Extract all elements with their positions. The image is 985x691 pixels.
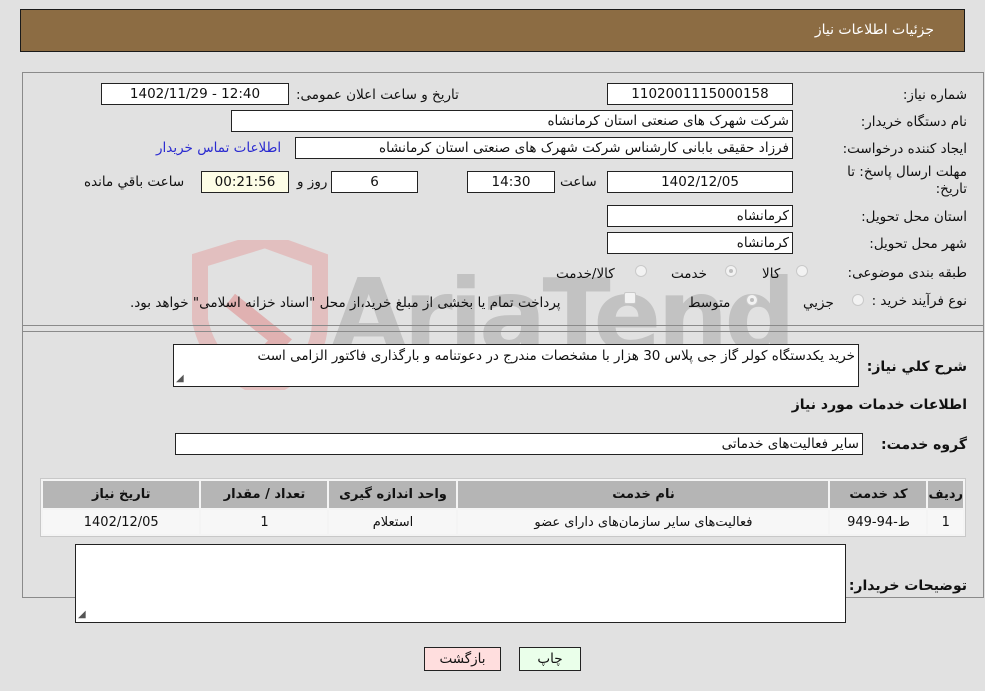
process-option-minor: جزيي [803,295,834,311]
services-table: رديف کد خدمت نام خدمت واحد اندازه گیری ت… [40,478,966,537]
column-header-service-code: کد خدمت [830,481,927,508]
creator-label: ایجاد کننده درخواست: [842,141,967,157]
deadline-date-field: 1402/12/05 [607,171,793,193]
buyer-notes-textarea[interactable]: ◢ [75,544,846,623]
category-option-goods-service: کالا/خدمت [556,266,615,282]
buyer-org-label: نام دستگاه خریدار: [860,114,967,130]
province-field: کرمانشاه [607,205,793,227]
print-button[interactable]: چاپ [519,647,581,671]
treasury-checkbox-label: پرداخت تمام یا بخشی از مبلغ خرید،از محل … [130,295,561,311]
province-label: استان محل تحویل: [861,209,967,225]
cell-need-date: 1402/12/05 [43,510,200,534]
process-label: نوع فرآیند خرید : [871,293,967,309]
page-header: جزئیات اطلاعات نیاز [20,9,965,52]
cell-quantity: 1 [201,510,328,534]
treasury-checkbox[interactable] [624,292,636,304]
buyer-notes-label: توضیحات خریدار: [848,578,967,594]
days-remaining-field: 6 [331,171,418,193]
days-label: روز و [297,174,328,190]
column-header-row-number: رديف [928,481,963,508]
description-text: خرید یکدستگاه کولر گاز جی پلاس 30 هزار ب… [257,348,855,364]
resize-grip-icon[interactable]: ◢ [78,610,86,620]
buyer-org-field: شرکت شهرک های صنعتی استان کرمانشاه [231,110,793,132]
table-row: 1 ط-94-949 فعالیت‌های سایر سازمان‌های دا… [43,510,963,534]
remaining-time-field: 00:21:56 [201,171,289,193]
cell-unit: استعلام [329,510,457,534]
buyer-contact-link[interactable]: اطلاعات تماس خریدار [156,140,281,156]
description-textarea[interactable]: خرید یکدستگاه کولر گاز جی پلاس 30 هزار ب… [173,344,859,387]
service-group-label: گروه خدمت: [881,437,967,453]
process-radio-minor[interactable] [852,294,864,306]
announce-datetime-label: تاریخ و ساعت اعلان عمومی: [296,87,459,103]
deadline-time-field: 14:30 [467,171,555,193]
deadline-label: مهلت ارسال پاسخ: تا تاریخ: [847,164,967,197]
creator-field: فرزاد حقیقی بابانی کارشناس شرکت شهرک های… [295,137,793,159]
remaining-time-label: ساعت باقي مانده [84,174,185,190]
resize-grip-icon[interactable]: ◢ [176,374,184,384]
category-option-service: خدمت [671,266,707,282]
divider [22,331,984,332]
category-option-goods: کالا [762,266,781,282]
table-header-row: رديف کد خدمت نام خدمت واحد اندازه گیری ت… [43,481,963,508]
column-header-unit: واحد اندازه گیری [329,481,457,508]
cell-service-code: ط-94-949 [830,510,927,534]
category-radio-goods-service[interactable] [635,265,647,277]
divider [22,325,984,326]
announce-datetime-value: 1402/11/29 - 12:40 [129,86,261,102]
category-radio-goods[interactable] [796,265,808,277]
column-header-need-date: تاریخ نیاز [43,481,200,508]
process-radio-medium[interactable] [746,294,758,306]
city-field: کرمانشاه [607,232,793,254]
category-label: طبقه بندی موضوعی: [847,265,967,281]
deadline-time-label: ساعت [560,174,597,190]
category-radio-service[interactable] [725,265,737,277]
column-header-service-name: نام خدمت [458,481,829,508]
city-label: شهر محل تحویل: [869,236,967,252]
need-number-field: 1102001115000158 [607,83,793,105]
process-option-medium: متوسط [688,295,731,311]
cell-row-number: 1 [928,510,963,534]
column-header-quantity: تعداد / مقدار [201,481,328,508]
description-label: شرح کلي نياز: [866,359,967,375]
service-group-field: سایر فعالیت‌های خدماتی [175,433,863,455]
cell-service-name: فعالیت‌های سایر سازمان‌های دارای عضو [458,510,829,534]
back-button[interactable]: بازگشت [424,647,501,671]
page-title: جزئیات اطلاعات نیاز [814,22,934,38]
announce-datetime-field: 1402/11/29 - 12:40 [101,83,289,105]
need-number-label: شماره نیاز: [902,87,967,103]
services-section-title: اطلاعات خدمات مورد نياز [791,397,967,413]
